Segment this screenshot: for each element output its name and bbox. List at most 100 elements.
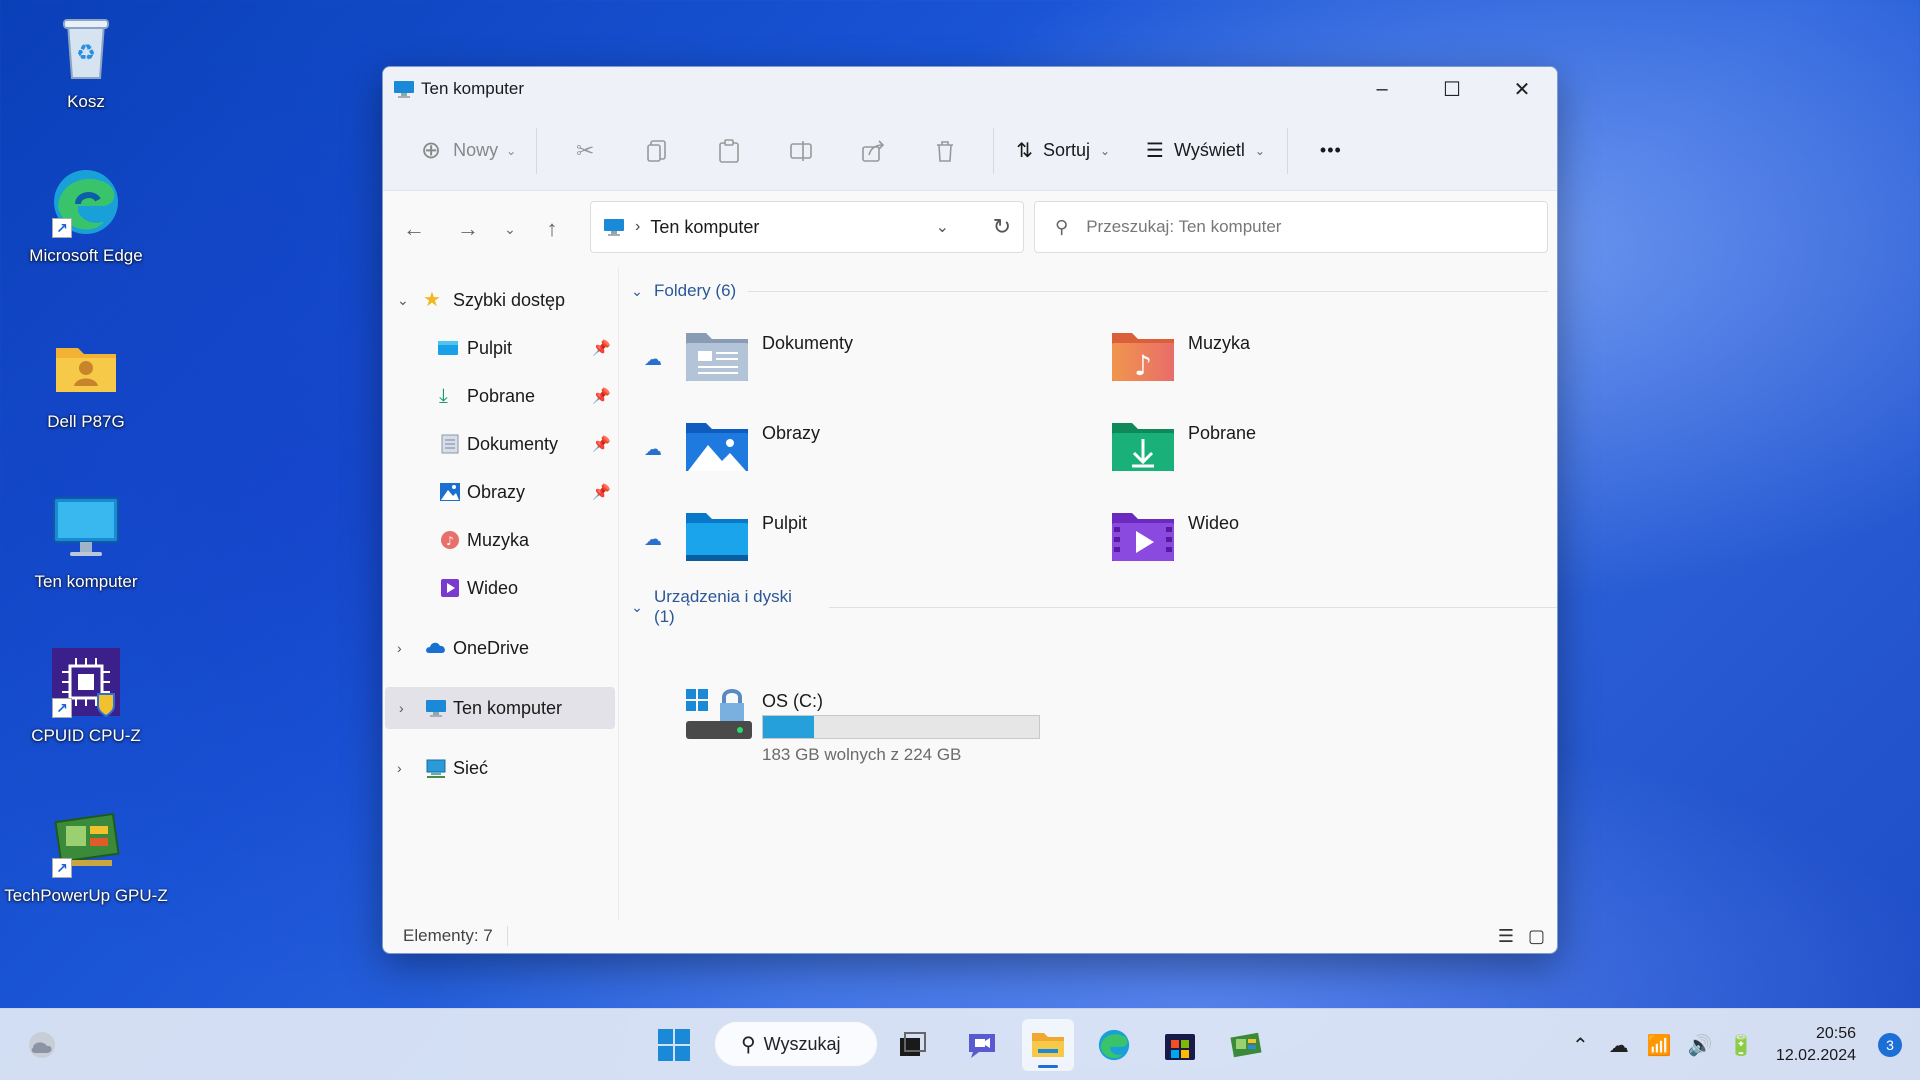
desktop-icon-edge[interactable]: ↗ Microsoft Edge [0,164,172,266]
file-explorer-taskbar-button[interactable] [1022,1019,1074,1071]
view-label: Wyświetl [1173,140,1245,160]
details-view-icon[interactable]: ☰ [1498,926,1514,947]
back-button[interactable]: ← [387,216,441,242]
volume-icon[interactable]: 🔊 [1688,1033,1713,1058]
sort-label: Sortuj [1042,140,1090,160]
desktop-folder-icon [438,341,458,355]
trash-icon [937,140,954,162]
task-view-button[interactable] [886,1019,938,1071]
sort-button[interactable]: ⇅ Sortuj ⌄ [1006,138,1120,163]
folder-muzyka[interactable]: ♪ Muzyka [1046,327,1466,407]
folder-wideo[interactable]: Wideo [1046,507,1466,587]
chevron-up-icon[interactable]: ⌃ [1572,1033,1589,1058]
toolbar-separator [1286,127,1288,174]
edge-icon: ↗ [48,164,124,240]
cut-button[interactable]: ✂ [549,131,621,171]
paste-button[interactable] [693,131,765,171]
sort-icon: ⇅ [1016,140,1033,162]
nav-label: Sieć [453,757,489,778]
delete-button[interactable] [909,131,981,171]
widgets-button[interactable] [16,1019,68,1071]
nav-this-pc[interactable]: › Ten komputer [385,687,615,729]
nav-onedrive[interactable]: › OneDrive [383,627,619,669]
nav-item-obrazy[interactable]: Obrazy 📌 [383,471,619,513]
onedrive-cloud-icon[interactable]: ☁ [1609,1033,1629,1058]
folder-name: Pobrane [1188,423,1257,443]
maximize-button[interactable]: ☐ [1417,67,1487,111]
minimize-button[interactable]: – [1347,67,1417,111]
nav-item-pobrane[interactable]: ⤓ Pobrane 📌 [383,375,619,417]
store-taskbar-button[interactable] [1154,1019,1206,1071]
battery-icon[interactable]: 🔋 [1729,1033,1754,1058]
folder-dokumenty[interactable]: ☁ Dokumenty [620,327,1040,407]
refresh-button[interactable]: ↻ [993,214,1011,240]
forward-button[interactable]: → [441,216,495,242]
clock-date: 12.02.2024 [1775,1047,1856,1064]
close-button[interactable]: ✕ [1487,67,1557,111]
wifi-icon[interactable]: 📶 [1647,1033,1672,1058]
chevron-down-icon: ⌄ [631,282,643,299]
breadcrumb-this-pc[interactable]: Ten komputer [650,217,759,238]
nav-quick-access[interactable]: ⌄ ★ Szybki dostęp [383,279,619,321]
nav-label: Ten komputer [453,697,563,718]
shortcut-arrow-icon: ↗ [52,218,72,238]
toolbar-separator [536,127,538,174]
breadcrumb-separator-icon: › [635,218,641,235]
folder-obrazy[interactable]: ☁ Obrazy [620,417,1040,497]
nav-label: Wideo [467,577,519,598]
search-box[interactable]: ⚲ Przeszukaj: Ten komputer [1034,201,1548,253]
new-button[interactable]: ⊕ Nowy ⌄ [413,136,524,165]
nav-label: Pobrane [467,385,536,406]
share-button[interactable] [837,131,909,171]
desktop-icon-user-folder[interactable]: Dell P87G [0,330,172,432]
desktop-icon-recycle-bin[interactable]: ♻ Kosz [0,10,172,112]
folder-pobrane[interactable]: Pobrane [1046,417,1466,497]
nav-item-pulpit[interactable]: Pulpit 📌 [383,327,619,369]
devices-group-header[interactable]: ⌄ Urządzenia i dyski (1) [626,587,1557,627]
folders-group-header[interactable]: ⌄ Foldery (6) [626,281,1549,301]
monitor-icon [48,490,124,566]
group-title: Urządzenia i dyski (1) [653,587,792,626]
rename-button[interactable] [765,131,837,171]
drive-free-space: 183 GB wolnych z 224 GB [762,745,962,764]
system-tray: ⌃ ☁ 📶 🔊 🔋 [1572,1009,1753,1080]
pictures-folder-icon [686,423,748,471]
nav-item-wideo[interactable]: Wideo [383,567,619,609]
cpuz-icon: ↗ [48,644,124,720]
documents-folder-icon [686,333,748,381]
edge-taskbar-button[interactable] [1088,1019,1140,1071]
folder-pulpit[interactable]: ☁ Pulpit [620,507,1040,587]
gpuz-icon: ↗ [48,804,124,880]
more-options-button[interactable]: ••• [1300,140,1362,161]
teams-chat-button[interactable] [956,1019,1008,1071]
desktop-icon-label: CPUID CPU-Z [31,726,141,745]
clock[interactable]: 20:56 12.02.2024 [1776,1023,1856,1067]
status-bar: Elementy: 7 ☰ ▢ [383,919,1557,953]
nav-item-muzyka[interactable]: ♪ Muzyka [383,519,619,561]
nav-item-dokumenty[interactable]: Dokumenty 📌 [383,423,619,465]
copy-button[interactable] [621,131,693,171]
desktop-icon-this-pc[interactable]: Ten komputer [0,490,172,592]
view-button[interactable]: ☰ Wyświetl ⌄ [1136,138,1275,163]
nav-network[interactable]: › Sieć [383,747,619,789]
notification-badge[interactable]: 3 [1878,1033,1902,1057]
taskbar-search[interactable]: ⚲ Wyszukaj [714,1021,878,1067]
recent-locations-button[interactable]: ⌄ [495,221,525,238]
start-button[interactable] [648,1019,700,1071]
title-bar[interactable]: Ten komputer – ☐ ✕ [383,67,1557,111]
gpuz-taskbar-button[interactable] [1220,1019,1272,1071]
shortcut-arrow-icon: ↗ [52,858,72,878]
up-button[interactable]: ↑ [525,216,579,242]
window-title: Ten komputer [421,79,524,98]
file-explorer-window: Ten komputer – ☐ ✕ ⊕ Nowy ⌄ ✂ ⇅ Sortuj ⌄… [382,66,1558,954]
pictures-icon [440,483,460,501]
address-bar[interactable]: › Ten komputer ⌄ ↻ [590,201,1024,253]
desktop-icon-gpuz[interactable]: ↗ TechPowerUp GPU-Z [0,804,172,906]
content-pane: ⌄ Foldery (6) ☁ Dokumenty ♪ Muzyka ☁ Obr… [620,267,1557,921]
taskbar-search-label: Wyszukaj [763,1033,841,1054]
address-dropdown-button[interactable]: ⌄ [936,217,949,237]
desktop-icon-cpuz[interactable]: ↗ CPUID CPU-Z [0,644,172,746]
user-folder-icon [48,330,124,406]
drive-os-c[interactable]: OS (C:) 183 GB wolnych z 224 GB [684,685,1084,775]
tiles-view-icon[interactable]: ▢ [1528,926,1545,947]
